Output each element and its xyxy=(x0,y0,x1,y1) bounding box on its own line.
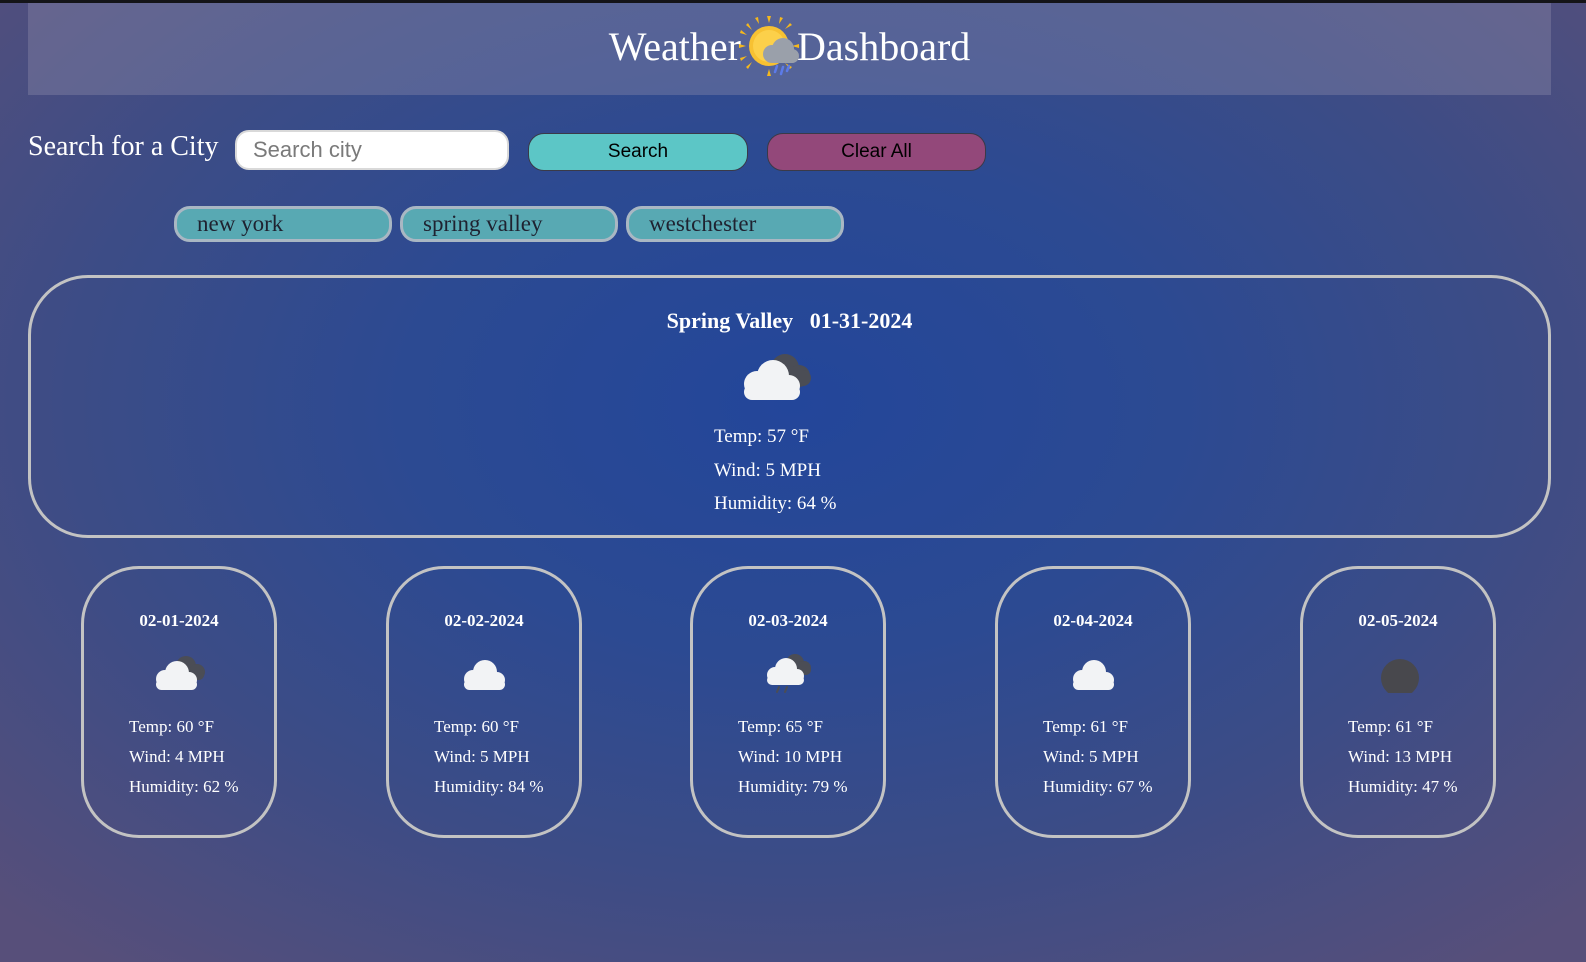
forecast-temp: Temp: 60 °F xyxy=(129,717,214,736)
forecast-wind: Wind: 5 MPH xyxy=(434,747,530,766)
current-weather-card: Spring Valley 01-31-2024 Temp: 57 °F Win… xyxy=(28,275,1551,538)
forecast-wind: Wind: 5 MPH xyxy=(1043,747,1139,766)
current-city: Spring Valley xyxy=(666,308,794,333)
current-humidity: Humidity: 64 % xyxy=(714,493,837,514)
history-chip-westchester[interactable]: westchester xyxy=(626,206,844,242)
forecast-card: 02-01-2024 Temp: 60 °F Wind: 4 MPH Humid… xyxy=(81,566,277,838)
forecast-humidity: Humidity: 47 % xyxy=(1348,777,1458,796)
current-weather-heading: Spring Valley 01-31-2024 xyxy=(31,308,1548,334)
forecast-wind: Wind: 13 MPH xyxy=(1348,747,1453,766)
forecast-humidity: Humidity: 62 % xyxy=(129,777,239,796)
current-date: 01-31-2024 xyxy=(809,308,913,333)
forecast-temp: Temp: 60 °F xyxy=(434,717,519,736)
forecast-humidity: Humidity: 67 % xyxy=(1043,777,1153,796)
forecast-temp: Temp: 65 °F xyxy=(738,717,823,736)
forecast-temp: Temp: 61 °F xyxy=(1348,717,1433,736)
search-label: Search for a City xyxy=(28,131,219,162)
sun-behind-rain-cloud-icon xyxy=(738,16,799,76)
forecast-card: 02-02-2024 Temp: 60 °F Wind: 5 MPH Humid… xyxy=(386,566,582,838)
current-temp: Temp: 57 °F xyxy=(714,426,809,447)
search-button[interactable]: Search xyxy=(528,133,748,171)
clear-all-button[interactable]: Clear All xyxy=(767,133,986,171)
forecast-date: 02-04-2024 xyxy=(1053,611,1133,630)
forecast-stats: Temp: 61 °F Wind: 5 MPH Humidity: 67 % xyxy=(1043,712,1153,802)
forecast-stats: Temp: 65 °F Wind: 10 MPH Humidity: 79 % xyxy=(738,712,848,802)
title-left: Weather xyxy=(608,23,741,69)
history-chip-spring-valley[interactable]: spring valley xyxy=(400,206,618,242)
forecast-stats: Temp: 61 °F Wind: 13 MPH Humidity: 47 % xyxy=(1348,712,1458,802)
broken-clouds-icon xyxy=(744,354,811,400)
title-right: Dashboard xyxy=(796,23,971,69)
clear-night-icon xyxy=(1381,659,1419,693)
forecast-humidity: Humidity: 79 % xyxy=(738,777,848,796)
forecast-wind: Wind: 10 MPH xyxy=(738,747,843,766)
rain-cloud-icon xyxy=(767,654,811,693)
app-header: Weather Dashboard xyxy=(28,3,1551,95)
forecast-card: 02-03-2024 Temp: 65 °F Wind: 10 MPH Humi… xyxy=(690,566,886,838)
current-weather-stats: Temp: 57 °F Wind: 5 MPH Humidity: 64 % xyxy=(714,420,836,521)
forecast-wind: Wind: 4 MPH xyxy=(129,747,225,766)
search-input[interactable] xyxy=(235,130,509,170)
cloud-icon xyxy=(1073,660,1114,690)
forecast-stats: Temp: 60 °F Wind: 5 MPH Humidity: 84 % xyxy=(434,712,544,802)
forecast-date: 02-02-2024 xyxy=(444,611,524,630)
forecast-date: 02-03-2024 xyxy=(748,611,828,630)
forecast-temp: Temp: 61 °F xyxy=(1043,717,1128,736)
forecast-humidity: Humidity: 84 % xyxy=(434,777,544,796)
broken-clouds-icon xyxy=(156,656,205,690)
page-title: Weather Dashboard xyxy=(608,14,971,78)
current-wind: Wind: 5 MPH xyxy=(714,459,821,481)
forecast-stats: Temp: 60 °F Wind: 4 MPH Humidity: 62 % xyxy=(129,712,239,802)
forecast-card: 02-04-2024 Temp: 61 °F Wind: 5 MPH Humid… xyxy=(995,566,1191,838)
history-chip-new-york[interactable]: new york xyxy=(174,206,392,242)
forecast-date: 02-01-2024 xyxy=(139,611,219,630)
search-history: new york spring valley westchester xyxy=(174,206,844,242)
forecast-card: 02-05-2024 Temp: 61 °F Wind: 13 MPH Humi… xyxy=(1300,566,1496,838)
cloud-icon xyxy=(464,660,505,690)
forecast-date: 02-05-2024 xyxy=(1358,611,1438,630)
